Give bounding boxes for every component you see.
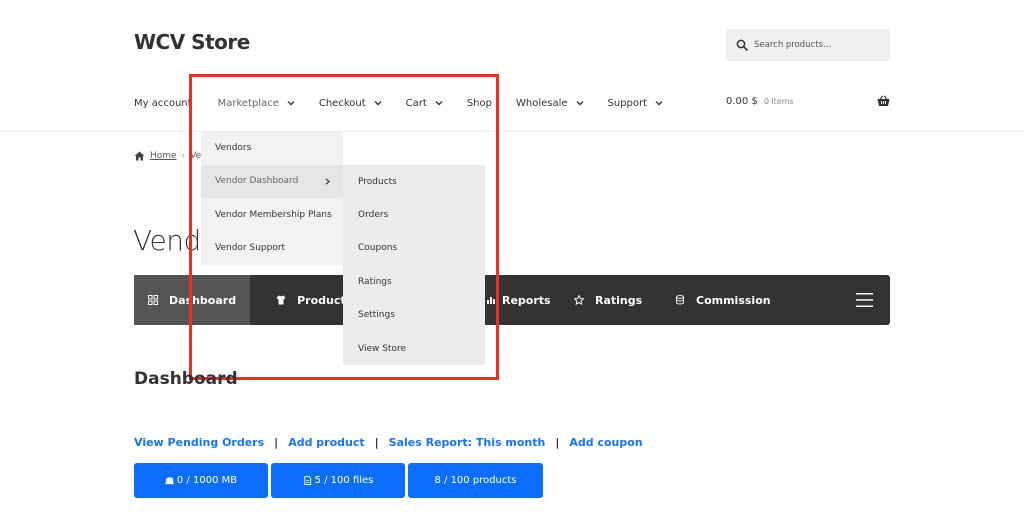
- submenu-item-view-store[interactable]: View Store: [343, 332, 485, 365]
- submenu-item-settings[interactable]: Settings: [343, 299, 485, 332]
- submenu-item-label: Coupons: [358, 243, 398, 254]
- nav-label: Shop: [466, 97, 492, 109]
- chevron-right-icon: [325, 177, 330, 185]
- menu-item-label: Vendor Dashboard: [215, 176, 299, 187]
- usage-stats: 0 / 1000 MB 5 / 100 files 8 / 100 produc…: [134, 463, 546, 498]
- link-separator: |: [555, 436, 560, 449]
- nav-label: My account: [134, 97, 192, 109]
- menu-item-label: Vendor Membership Plans: [215, 209, 332, 220]
- tab-label: Reports: [502, 293, 551, 307]
- storage-usage-value: 0 / 1000 MB: [176, 475, 238, 486]
- tab-commission[interactable]: Commission: [661, 275, 785, 325]
- add-coupon-link[interactable]: Add coupon: [569, 436, 642, 449]
- chevron-down-icon: [374, 101, 382, 106]
- files-usage-value: 5 / 100 files: [314, 475, 374, 486]
- marketplace-dropdown: Vendors Vendor Dashboard Vendor Membersh…: [201, 131, 343, 265]
- basket-icon[interactable]: [877, 95, 890, 107]
- nav-marketplace[interactable]: Marketplace: [218, 98, 295, 109]
- submenu-item-coupons[interactable]: Coupons: [343, 232, 485, 265]
- breadcrumb-separator: ›: [181, 151, 186, 161]
- chevron-down-icon: [287, 101, 295, 106]
- header-divider: [0, 131, 1024, 132]
- chart-icon: [487, 297, 495, 304]
- search-box[interactable]: [726, 29, 890, 61]
- search-input[interactable]: [754, 40, 884, 50]
- menu-item-label: Vendor Support: [215, 243, 286, 254]
- tab-ratings[interactable]: Ratings: [560, 275, 656, 325]
- cart-total: 0.00 $: [726, 96, 758, 107]
- storage-usage-badge: 0 / 1000 MB: [134, 463, 268, 498]
- nav-cart[interactable]: Cart: [406, 98, 443, 109]
- vendor-dashboard-submenu: Products Orders Coupons Ratings Settings…: [343, 165, 485, 365]
- nav-label: Marketplace: [217, 97, 279, 109]
- menu-item-vendor-membership-plans[interactable]: Vendor Membership Plans: [201, 198, 343, 232]
- nav-label: Checkout: [318, 97, 366, 109]
- nav-support[interactable]: Support: [608, 98, 664, 109]
- star-icon: [574, 295, 584, 305]
- products-usage-value: 8 / 100 products: [434, 475, 517, 486]
- home-icon: [134, 151, 145, 161]
- add-product-link[interactable]: Add product: [288, 436, 364, 449]
- submenu-item-ratings[interactable]: Ratings: [343, 265, 485, 298]
- tab-label: Ratings: [595, 293, 643, 307]
- grid-icon: [148, 295, 158, 305]
- products-usage-badge: 8 / 100 products: [408, 463, 543, 498]
- link-separator: |: [374, 436, 379, 449]
- sales-report-link[interactable]: Sales Report: This month: [389, 436, 546, 449]
- tab-reports[interactable]: Reports: [476, 275, 565, 325]
- tab-dashboard[interactable]: Dashboard: [134, 275, 251, 325]
- search-icon: [736, 39, 748, 51]
- menu-item-vendor-dashboard[interactable]: Vendor Dashboard: [201, 164, 343, 198]
- site-logo[interactable]: WCV Store: [134, 30, 250, 54]
- tab-label: Commission: [696, 293, 771, 307]
- nav-label: Cart: [405, 97, 427, 109]
- submenu-item-orders[interactable]: Orders: [343, 198, 485, 231]
- submenu-item-label: Ratings: [358, 276, 392, 287]
- submenu-item-label: Products: [358, 176, 397, 187]
- nav-wholesale[interactable]: Wholesale: [516, 98, 584, 109]
- breadcrumb: Home › Ven: [134, 151, 207, 161]
- vendor-dashboard-nav: Dashboard Products Reports Ratings Commi…: [134, 275, 890, 325]
- cart-item-count: 0 items: [763, 97, 794, 106]
- nav-label: Wholesale: [515, 97, 568, 109]
- menu-item-label: Vendors: [215, 142, 252, 153]
- files-usage-badge: 5 / 100 files: [271, 463, 405, 498]
- chevron-down-icon: [435, 101, 443, 106]
- breadcrumb-home-link[interactable]: Home: [150, 151, 177, 161]
- submenu-item-products[interactable]: Products: [343, 165, 485, 198]
- shirt-icon: [276, 295, 286, 305]
- dashboard-heading: Dashboard: [134, 369, 238, 389]
- hamburger-menu-icon[interactable]: [856, 292, 873, 308]
- database-icon: [165, 477, 174, 485]
- chevron-down-icon: [655, 101, 663, 106]
- nav-shop[interactable]: Shop: [467, 98, 492, 109]
- chevron-down-icon: [576, 101, 584, 106]
- tab-label: Dashboard: [169, 293, 237, 307]
- dashboard-quick-links: View Pending Orders | Add product | Sale…: [134, 436, 643, 449]
- menu-item-vendor-support[interactable]: Vendor Support: [201, 232, 343, 266]
- submenu-item-label: Orders: [358, 210, 389, 221]
- file-icon: [303, 476, 311, 485]
- nav-my-account[interactable]: My account: [134, 98, 192, 109]
- submenu-item-label: Settings: [358, 310, 395, 321]
- view-pending-orders-link[interactable]: View Pending Orders: [134, 436, 264, 449]
- nav-label: Support: [607, 97, 648, 109]
- submenu-item-label: View Store: [358, 343, 407, 354]
- header-cart[interactable]: 0.00 $ 0 items: [726, 95, 890, 107]
- nav-checkout[interactable]: Checkout: [319, 98, 382, 109]
- menu-item-vendors[interactable]: Vendors: [201, 131, 343, 165]
- primary-nav: My account Marketplace Checkout Cart Sho…: [134, 94, 687, 112]
- link-separator: |: [274, 436, 279, 449]
- coins-icon: [676, 295, 684, 305]
